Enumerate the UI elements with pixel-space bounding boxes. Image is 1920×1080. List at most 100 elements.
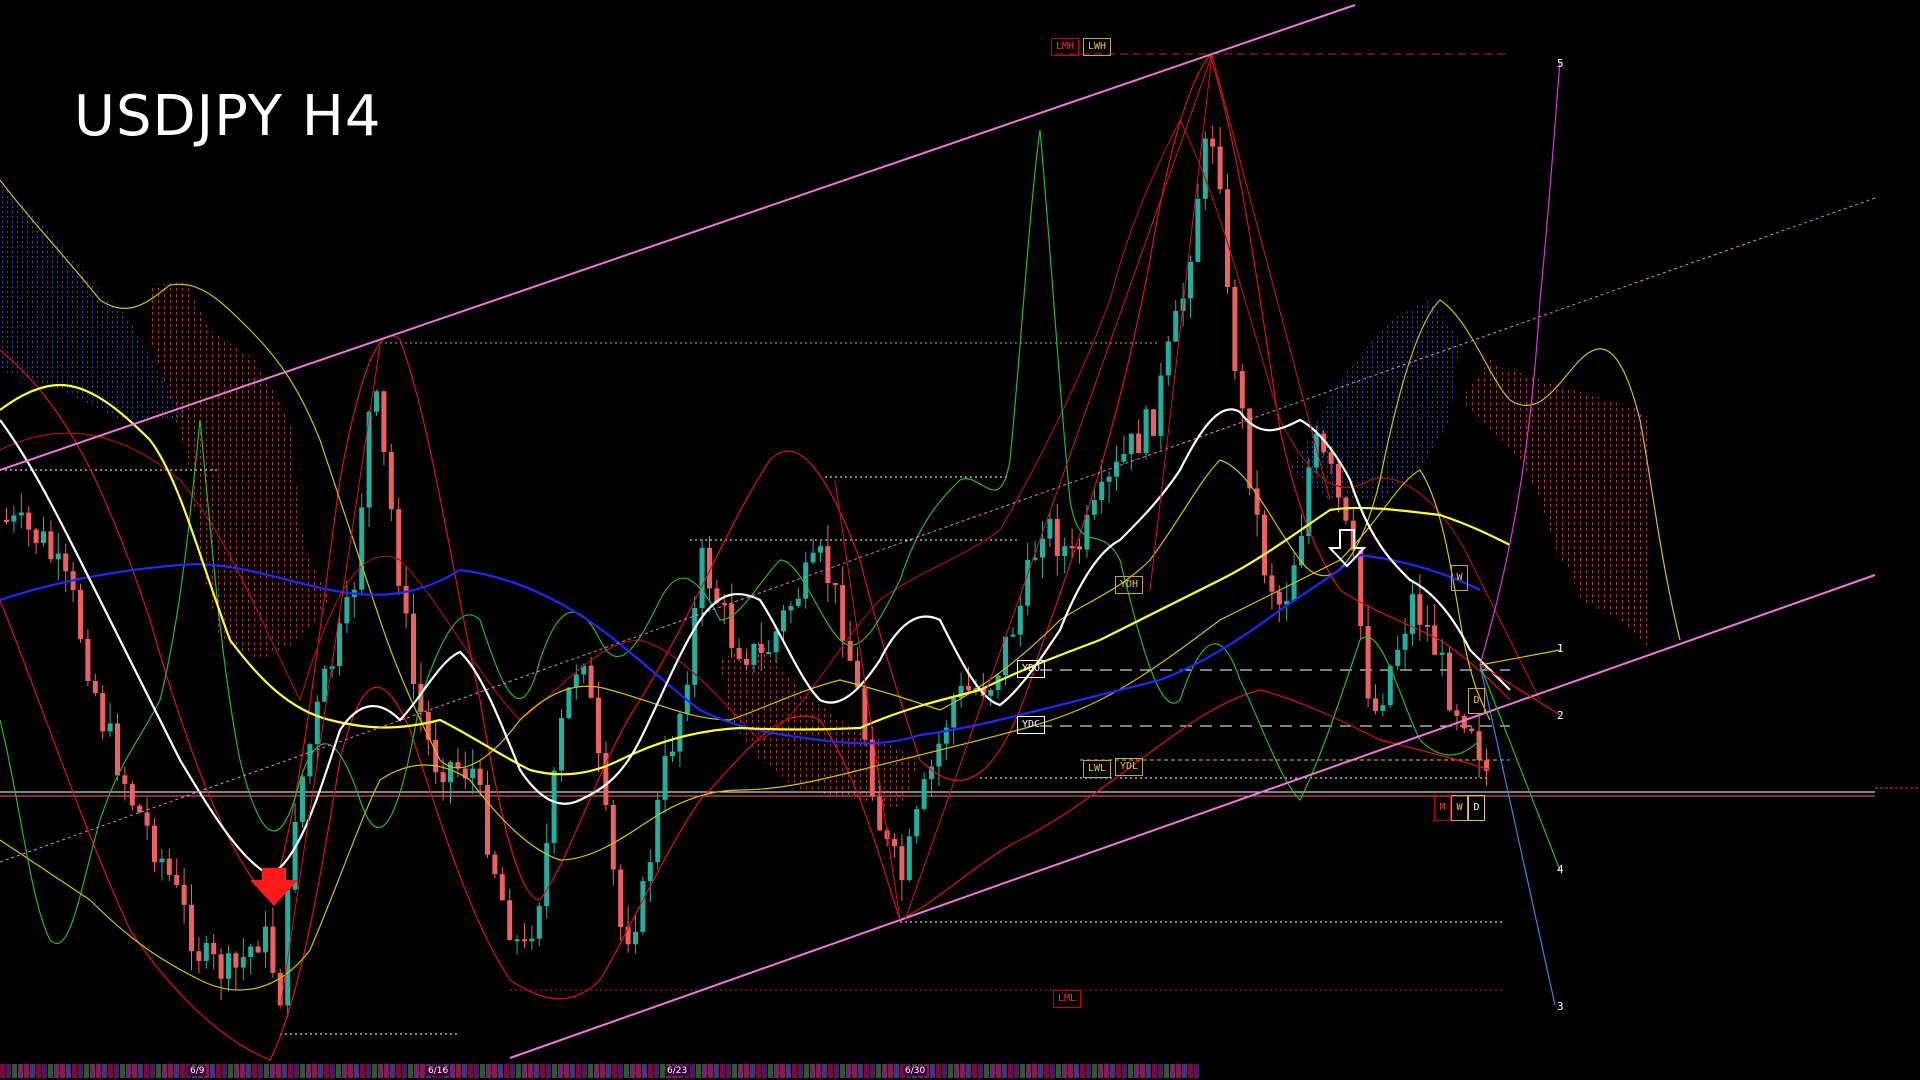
upper-d-box: D: [1468, 688, 1485, 714]
date-strip-segment: [24, 1064, 29, 1078]
candle-body: [255, 946, 261, 953]
candle-body: [655, 799, 661, 863]
candle-body: [292, 821, 298, 890]
date-strip-segment: [1104, 1064, 1109, 1078]
date-strip-segment: [1170, 1064, 1175, 1078]
candle-body: [559, 718, 564, 771]
date-strip-segment: [492, 1064, 497, 1078]
date-strip-segment: [1188, 1064, 1193, 1078]
date-strip-segment: [1044, 1064, 1049, 1078]
date-strip-segment: [798, 1064, 803, 1078]
date-strip-segment: [696, 1064, 701, 1078]
candle-body: [647, 862, 653, 882]
candle-body: [514, 939, 520, 942]
candle-body: [1210, 138, 1216, 147]
date-strip-segment: [984, 1064, 989, 1078]
candle-body: [1380, 705, 1386, 712]
candle-body: [1276, 591, 1282, 605]
candle-body: [388, 451, 394, 510]
candle-body: [1017, 605, 1023, 635]
candle-body: [825, 546, 831, 584]
candle-body: [1158, 375, 1164, 436]
date-strip-segment: [732, 1064, 737, 1078]
date-strip-segment: [408, 1064, 413, 1078]
candle-body: [677, 713, 683, 752]
date-strip-segment: [300, 1064, 305, 1078]
candle-body: [1454, 710, 1460, 716]
date-strip-segment: [582, 1064, 587, 1078]
date-strip-segment: [576, 1064, 581, 1078]
date-strip-segment: [0, 1064, 5, 1078]
candle-body: [33, 529, 39, 544]
candle-body: [840, 585, 846, 641]
candle-body: [1106, 476, 1112, 482]
date-strip-segment: [138, 1064, 143, 1078]
candle-body: [670, 751, 675, 756]
date-strip-segment: [324, 1064, 329, 1078]
candle-body: [640, 881, 646, 932]
date-label-6-9: 6/9: [188, 1066, 207, 1076]
date-strip-segment: [162, 1064, 167, 1078]
date-strip-segment: [246, 1064, 251, 1078]
candle-body: [1336, 463, 1341, 498]
candle-body: [470, 768, 476, 779]
date-strip-segment: [762, 1064, 767, 1078]
date-strip-segment: [594, 1064, 599, 1078]
date-strip-segment: [402, 1064, 407, 1078]
lower-d-box: D: [1468, 795, 1485, 821]
date-strip-segment: [642, 1064, 647, 1078]
date-strip-segment: [378, 1064, 383, 1078]
candle-body: [988, 690, 994, 696]
date-strip-segment: [258, 1064, 263, 1078]
candle-body: [507, 900, 513, 940]
date-strip-segment: [810, 1064, 815, 1078]
candle-body: [1010, 634, 1016, 637]
date-strip-segment: [354, 1064, 359, 1078]
candle-body: [536, 906, 542, 939]
date-strip-segment: [846, 1064, 851, 1078]
candle-body: [211, 942, 217, 955]
date-strip-segment: [240, 1064, 245, 1078]
date-strip-segment: [102, 1064, 107, 1078]
candle-body: [41, 531, 46, 544]
date-strip-segment: [252, 1064, 257, 1078]
date-strip-segment: [114, 1064, 119, 1078]
lmh-tag: LMH: [1051, 38, 1080, 56]
candle-body: [1136, 433, 1142, 454]
date-strip-segment: [630, 1064, 635, 1078]
candle-body: [1143, 409, 1149, 454]
candle-body: [1114, 461, 1119, 477]
candle-body: [1040, 538, 1045, 558]
date-strip-segment: [750, 1064, 755, 1078]
candle-body: [1099, 481, 1105, 501]
date-strip-segment: [612, 1064, 617, 1078]
date-strip-segment: [342, 1064, 347, 1078]
date-strip-segment: [1080, 1064, 1085, 1078]
date-strip-segment: [774, 1064, 779, 1078]
ydh-tag: YDH: [1115, 576, 1144, 594]
date-strip-segment: [360, 1064, 365, 1078]
candle-body: [936, 743, 942, 767]
date-strip-segment: [84, 1064, 89, 1078]
candle-body: [618, 869, 624, 928]
projection-lines: [1479, 61, 1561, 1006]
candle-body: [270, 926, 276, 973]
date-strip-segment: [270, 1064, 275, 1078]
date-strip-segment: [6, 1064, 11, 1078]
date-strip-segment: [978, 1064, 983, 1078]
candle-body: [396, 509, 402, 586]
candle-body: [48, 531, 54, 560]
date-strip-segment: [888, 1064, 893, 1078]
candle-body: [610, 804, 616, 870]
date-strip-segment: [504, 1064, 509, 1078]
candle-body: [1077, 546, 1082, 550]
candle-body: [1299, 535, 1304, 566]
date-strip-segment: [864, 1064, 869, 1078]
date-strip-segment: [852, 1064, 857, 1078]
date-strip-segment: [330, 1064, 335, 1078]
date-strip-segment: [966, 1064, 971, 1078]
candle-body: [1432, 625, 1438, 655]
date-strip-segment: [462, 1064, 467, 1078]
candle-body: [766, 652, 772, 655]
date-strip-segment: [450, 1064, 455, 1078]
